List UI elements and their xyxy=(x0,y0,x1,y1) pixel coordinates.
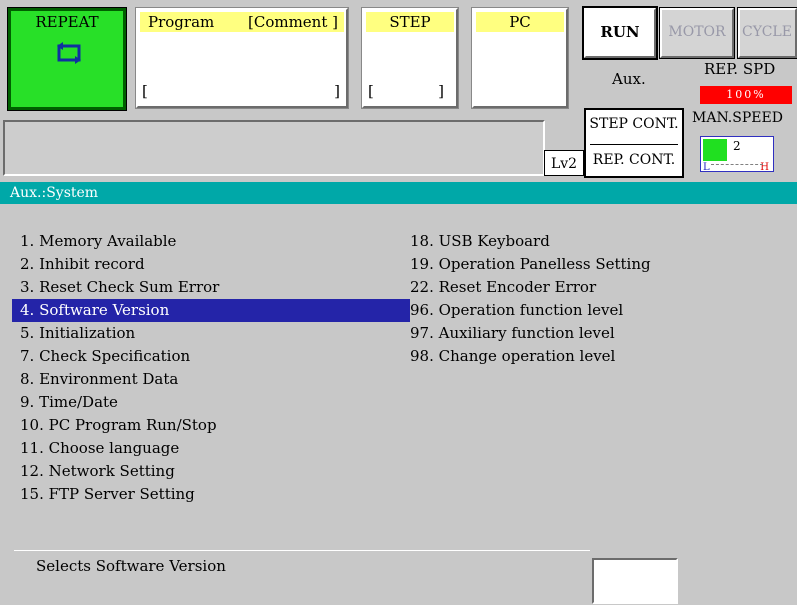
menu-item[interactable]: 15. FTP Server Setting xyxy=(12,483,410,506)
step-bracket-close: ] xyxy=(438,82,444,100)
repeat-label: REPEAT xyxy=(35,13,99,31)
menu-right-column: 18. USB Keyboard 19. Operation Panelless … xyxy=(402,230,792,368)
program-bracket-open: [ xyxy=(142,82,148,100)
run-label: RUN xyxy=(600,23,640,41)
menu-item[interactable]: 3. Reset Check Sum Error xyxy=(12,276,410,299)
step-cont-label: STEP CONT. xyxy=(589,116,679,132)
pc-panel-body xyxy=(476,32,564,104)
pc-panel[interactable]: PC xyxy=(471,7,569,109)
program-panel[interactable]: Program [Comment ] [ ] xyxy=(135,7,349,109)
level-indicator: Lv2 xyxy=(544,150,584,176)
menu-item[interactable]: 22. Reset Encoder Error xyxy=(402,276,792,299)
program-panel-body: [ ] xyxy=(140,32,344,104)
menu-item[interactable]: 11. Choose language xyxy=(12,437,410,460)
info-bar xyxy=(3,120,545,176)
step-panel-body: [ ] xyxy=(366,32,454,104)
program-label: Program xyxy=(148,13,215,31)
rep-cont-label: REP. CONT. xyxy=(592,152,676,168)
menu-item[interactable]: 1. Memory Available xyxy=(12,230,410,253)
rep-spd-value: 100% xyxy=(700,86,792,104)
menu-left-column: 1. Memory Available 2. Inhibit record 3. R… xyxy=(12,230,410,506)
man-speed-low: L xyxy=(703,162,710,173)
menu-item[interactable]: 97. Auxiliary function level xyxy=(402,322,792,345)
cycle-button[interactable]: CYCLE xyxy=(737,7,797,59)
man-speed-label: MAN.SPEED xyxy=(692,110,783,126)
menu-item[interactable]: 10. PC Program Run/Stop xyxy=(12,414,410,437)
cycle-label: CYCLE xyxy=(742,24,792,40)
section-title-bar: Aux.:System xyxy=(0,182,797,204)
motor-label: MOTOR xyxy=(668,24,726,40)
step-panel[interactable]: STEP [ ] xyxy=(361,7,459,109)
menu-item[interactable]: 2. Inhibit record xyxy=(12,253,410,276)
menu-item[interactable]: 7. Check Specification xyxy=(12,345,410,368)
status-bar: Selects Software Version xyxy=(14,550,590,602)
program-bracket-close: ] xyxy=(334,82,340,100)
rep-spd-label: REP. SPD xyxy=(704,60,776,78)
section-title: Aux.:System xyxy=(10,185,99,201)
comment-label: [Comment ] xyxy=(248,13,338,31)
menu-item[interactable]: 96. Operation function level xyxy=(402,299,792,322)
cont-mode-box[interactable]: STEP CONT. REP. CONT. xyxy=(584,108,684,178)
man-speed-indicator: 2 L H xyxy=(700,136,774,173)
menu-item[interactable]: 19. Operation Panelless Setting xyxy=(402,253,792,276)
menu-item[interactable]: 4. Software Version xyxy=(12,299,410,322)
man-speed-scale xyxy=(711,164,763,165)
cont-divider xyxy=(590,144,678,145)
run-button[interactable]: RUN xyxy=(582,6,658,60)
man-speed-value: 2 xyxy=(733,139,741,153)
menu-item[interactable]: 98. Change operation level xyxy=(402,345,792,368)
menu-item[interactable]: 9. Time/Date xyxy=(12,391,410,414)
step-panel-header: STEP xyxy=(366,12,454,32)
status-input-box[interactable] xyxy=(592,558,678,604)
man-speed-fill xyxy=(703,139,727,161)
status-message: Selects Software Version xyxy=(36,557,226,575)
repeat-mode-button[interactable]: REPEAT xyxy=(7,7,127,111)
menu-item[interactable]: 18. USB Keyboard xyxy=(402,230,792,253)
repeat-icon xyxy=(57,42,81,64)
menu-item[interactable]: 8. Environment Data xyxy=(12,368,410,391)
aux-label: Aux. xyxy=(612,70,646,88)
menu-item[interactable]: 12. Network Setting xyxy=(12,460,410,483)
pc-panel-header: PC xyxy=(476,12,564,32)
menu-item[interactable]: 5. Initialization xyxy=(12,322,410,345)
motor-button[interactable]: MOTOR xyxy=(659,7,735,59)
program-panel-header: Program [Comment ] xyxy=(140,12,344,32)
step-bracket-open: [ xyxy=(368,82,374,100)
